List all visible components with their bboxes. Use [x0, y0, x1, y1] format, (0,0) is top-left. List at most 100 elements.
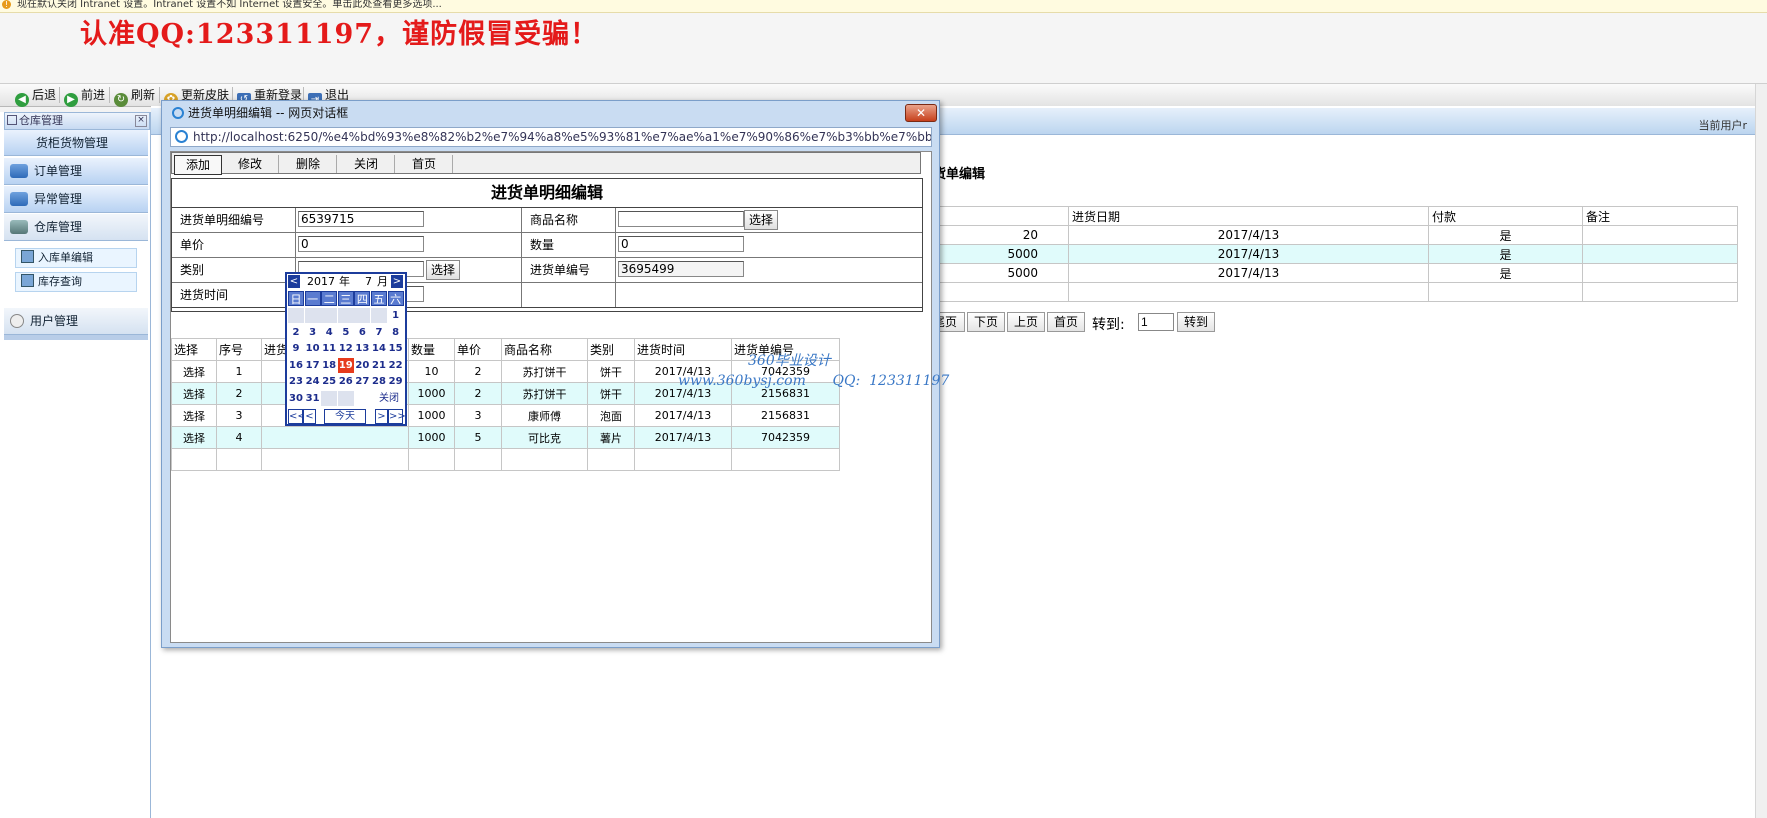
calendar-day[interactable]: 24 — [305, 374, 321, 389]
prev-page-button[interactable]: 上页 — [1007, 312, 1045, 332]
calendar-next-month-button[interactable]: > — [375, 409, 388, 424]
order-icon — [10, 164, 28, 178]
doc-icon — [21, 274, 34, 287]
sidebar-item-users[interactable]: 用户管理 — [4, 308, 148, 335]
sidebar-item-exceptions[interactable]: 异常管理 — [4, 186, 148, 213]
goto-page-input[interactable] — [1138, 313, 1174, 331]
search-doc-icon — [21, 250, 34, 263]
calendar-prev-month[interactable]: < — [288, 275, 300, 288]
row-select-link[interactable]: 选择 — [171, 360, 217, 383]
refresh-button[interactable]: ↻ 刷新 — [114, 87, 155, 107]
dialog-address-bar: http://localhost:6250/%e4%bd%93%e8%82%b2… — [170, 127, 932, 147]
calendar-today-button[interactable]: 今天 — [324, 409, 366, 424]
product-select-button[interactable]: 选择 — [744, 210, 778, 230]
calendar-day[interactable]: 16 — [288, 358, 304, 373]
calendar-day[interactable]: 11 — [321, 341, 337, 356]
calendar-day[interactable]: 23 — [288, 374, 304, 389]
calendar-day[interactable]: 6 — [354, 325, 370, 340]
calendar-day[interactable]: 14 — [371, 341, 387, 356]
close-button[interactable]: 关闭 — [338, 155, 395, 173]
calendar-day[interactable]: 12 — [338, 341, 354, 356]
info-icon: ! — [2, 0, 11, 9]
table-header-row: 进货日期 付款 备注 — [933, 206, 1738, 226]
product-name-input[interactable] — [618, 211, 744, 227]
user-icon — [10, 314, 24, 328]
calendar-day[interactable]: 17 — [305, 358, 321, 373]
calendar-day[interactable]: 13 — [354, 341, 370, 356]
calendar-day[interactable]: 22 — [388, 358, 404, 373]
sidebar-item-cargo[interactable]: 货柜货物管理 — [4, 130, 148, 156]
form-row: 进货单明细编号 商品名称 选择 — [172, 208, 922, 233]
row-select-link[interactable]: 选择 — [171, 404, 217, 427]
calendar-day[interactable]: 1 — [388, 308, 404, 323]
calendar-footer: << < 今天 > >> — [287, 408, 406, 424]
row-select-link[interactable]: 选择 — [171, 382, 217, 405]
page-scrollbar[interactable] — [1755, 84, 1767, 818]
table-header-row: 选择 序号 进货单明 数量 单价 商品名称 类别 进货时间 进货单编号 — [171, 338, 840, 361]
calendar-day[interactable]: 30 — [288, 391, 304, 406]
date-picker: < 2017 年 7 月 > 日一二三四五六 1 2 3 4 5 6 7 8 9 10 11 12 13… — [285, 272, 407, 426]
calendar-day[interactable]: 25 — [321, 374, 337, 389]
calendar-weekdays: 日一二三四五六 — [287, 291, 405, 307]
detail-id-input[interactable] — [298, 211, 424, 227]
forward-button[interactable]: ▶ 前进 — [64, 87, 105, 107]
calendar-day[interactable]: 18 — [321, 358, 337, 373]
category-select-button[interactable]: 选择 — [426, 260, 460, 280]
home-button[interactable]: 首页 — [396, 155, 453, 173]
goto-button[interactable]: 转到 — [1177, 312, 1215, 332]
sidebar-splitter[interactable] — [4, 335, 148, 340]
sidebar-item-warehouse[interactable]: 仓库管理 — [4, 214, 148, 241]
dialog-title: 进货单明细编辑 -- 网页对话框 — [188, 106, 349, 120]
calendar-day[interactable]: 19 — [337, 357, 354, 373]
first-page-button[interactable]: 首页 — [1047, 312, 1085, 332]
calendar-month[interactable]: 7 — [365, 274, 372, 290]
back-button[interactable]: ◀ 后退 — [15, 87, 56, 107]
calendar-prev-year-button[interactable]: << — [288, 409, 306, 424]
edit-button[interactable]: 修改 — [222, 155, 279, 173]
calendar-day[interactable]: 8 — [388, 325, 404, 340]
sidebar-sub-stock[interactable]: 库存查询 — [15, 272, 137, 292]
calendar-day[interactable]: 3 — [305, 325, 321, 340]
calendar-day[interactable]: 31 — [305, 391, 321, 406]
calendar-day[interactable]: 21 — [371, 358, 387, 373]
calendar-day[interactable]: 2 — [288, 325, 304, 340]
exception-icon — [10, 192, 28, 206]
page-icon — [175, 130, 188, 143]
delete-button[interactable]: 删除 — [280, 155, 337, 173]
calendar-day[interactable]: 26 — [338, 374, 354, 389]
calendar-day[interactable]: 20 — [354, 358, 370, 373]
sidebar-item-orders[interactable]: 订单管理 — [4, 158, 148, 185]
calendar-weekday: 六 — [387, 291, 404, 306]
sidebar-sub-inbound[interactable]: 入库单编辑 — [15, 248, 137, 268]
goto-label: 转到: — [1092, 317, 1125, 333]
calendar-empty-cell — [288, 308, 304, 323]
table-row — [933, 282, 1738, 302]
calendar-close-link[interactable]: 关闭 — [375, 391, 403, 406]
calendar-day[interactable]: 27 — [354, 374, 370, 389]
calendar-day[interactable]: 7 — [371, 325, 387, 340]
calendar-next-year-button[interactable]: >> — [388, 409, 406, 424]
calendar-prev-month-button[interactable]: < — [303, 409, 316, 424]
calendar-day[interactable]: 29 — [388, 374, 404, 389]
table-row: 20 2017/4/13 是 — [933, 225, 1738, 245]
dialog-titlebar[interactable]: 进货单明细编辑 -- 网页对话框 — [166, 103, 933, 123]
calendar-weekday: 三 — [337, 291, 354, 306]
calendar-day[interactable]: 10 — [305, 341, 321, 356]
add-button[interactable]: 添加 — [174, 155, 222, 175]
price-input[interactable] — [298, 236, 424, 252]
back-icon: ◀ — [15, 93, 29, 107]
calendar-day[interactable]: 15 — [388, 341, 404, 356]
row-select-link[interactable]: 选择 — [171, 426, 217, 449]
quantity-input[interactable] — [618, 236, 744, 252]
order-table: 进货日期 付款 备注 20 2017/4/13 是 5000 2017/4/13… — [933, 206, 1738, 302]
calendar-day[interactable]: 28 — [371, 374, 387, 389]
calendar-day[interactable]: 9 — [288, 341, 304, 356]
next-page-button[interactable]: 下页 — [967, 312, 1005, 332]
dialog-close-button[interactable]: ✕ — [905, 104, 937, 122]
calendar-day[interactable]: 4 — [321, 325, 337, 340]
calendar-year[interactable]: 2017 — [307, 274, 335, 290]
order-number-input[interactable] — [618, 261, 744, 277]
calendar-next-month[interactable]: > — [391, 275, 403, 288]
sidebar-close-icon[interactable]: × — [135, 115, 147, 127]
calendar-day[interactable]: 5 — [338, 325, 354, 340]
